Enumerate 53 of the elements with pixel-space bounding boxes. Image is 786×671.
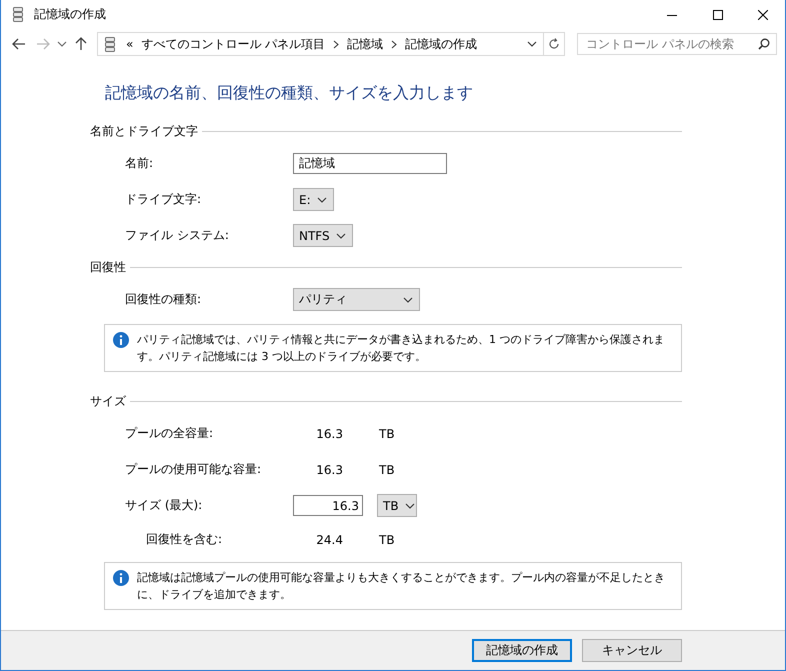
storage-icon <box>10 6 26 24</box>
window-title: 記憶域の作成 <box>34 6 106 24</box>
refresh-icon <box>548 38 560 50</box>
unit-text: TB <box>379 462 395 477</box>
field-label: ドライブ文字: <box>125 191 202 208</box>
field-label: プールの使用可能な容量: <box>125 461 262 478</box>
dropdown-icon[interactable] <box>527 41 537 48</box>
dropdown[interactable]: E: <box>293 188 334 212</box>
section-title: サイズ <box>90 393 126 410</box>
info-text: パリティ記憶域では、パリティ情報と共にデータが書き込まれるため、1 つのドライブ障害から保護されます。パリティ記憶域には 3 つ以上のドライブが必要です。 <box>137 332 666 365</box>
field-label: プールの全容量: <box>125 425 214 442</box>
refresh-button[interactable] <box>544 32 565 56</box>
value-text: 16.3 <box>315 462 343 477</box>
info-icon <box>113 332 129 348</box>
field-label: 名前: <box>125 155 154 172</box>
field-label: サイズ (最大): <box>125 497 204 514</box>
unit-text: TB <box>379 426 395 441</box>
dropdown[interactable]: NTFS <box>293 224 353 248</box>
search-icon <box>758 38 770 50</box>
dropdown[interactable]: TB <box>377 494 417 518</box>
field-label: 回復性を含む: <box>146 531 224 548</box>
maximize-icon <box>713 10 723 20</box>
name-field[interactable]: 記憶域 <box>293 153 447 174</box>
dialog-button[interactable]: キャンセル <box>582 638 682 662</box>
dropdown[interactable]: パリティ <box>293 288 420 312</box>
field-label: 回復性の種類: <box>125 291 202 308</box>
chevron-down-icon <box>336 232 346 239</box>
size-field[interactable]: 16.3 <box>293 495 363 516</box>
storage-icon <box>102 36 118 53</box>
section-title: 名前とドライブ文字 <box>90 123 198 140</box>
chevron-right-icon[interactable] <box>391 40 398 49</box>
breadcrumb-item[interactable]: すべてのコントロール パネル項目 <box>141 36 326 53</box>
chevron-right-icon[interactable] <box>333 40 340 49</box>
up-icon[interactable] <box>73 36 89 52</box>
page-heading: 記憶域の名前、回復性の種類、サイズを入力します <box>105 82 474 104</box>
overflow-chevrons[interactable]: « <box>126 37 134 52</box>
address-field[interactable]: « すべてのコントロール パネル項目 記憶域 記憶域の作成 <box>97 32 544 56</box>
value-text: 16.3 <box>315 426 343 441</box>
breadcrumb-item[interactable]: 記憶域 <box>347 36 384 53</box>
section-title: 回復性 <box>90 259 126 276</box>
dialog-button[interactable]: 記憶域の作成 <box>472 638 572 662</box>
unit-text: TB <box>379 532 395 547</box>
dropdown-icon[interactable] <box>57 41 67 48</box>
value-text: 24.4 <box>315 532 343 547</box>
field-label: ファイル システム: <box>125 227 230 244</box>
close-icon <box>758 10 768 20</box>
info-icon <box>113 570 129 586</box>
search-field[interactable]: コントロール パネルの検索 <box>577 33 777 56</box>
chevron-down-icon <box>403 296 413 303</box>
breadcrumb-item[interactable]: 記憶域の作成 <box>405 36 478 53</box>
chevron-down-icon <box>404 502 415 509</box>
chevron-down-icon <box>316 196 327 203</box>
info-text: 記憶域は記憶域プールの使用可能な容量よりも大きくすることができます。プール内の容量が不足したときに、ドライブを追加できます。 <box>137 570 666 603</box>
